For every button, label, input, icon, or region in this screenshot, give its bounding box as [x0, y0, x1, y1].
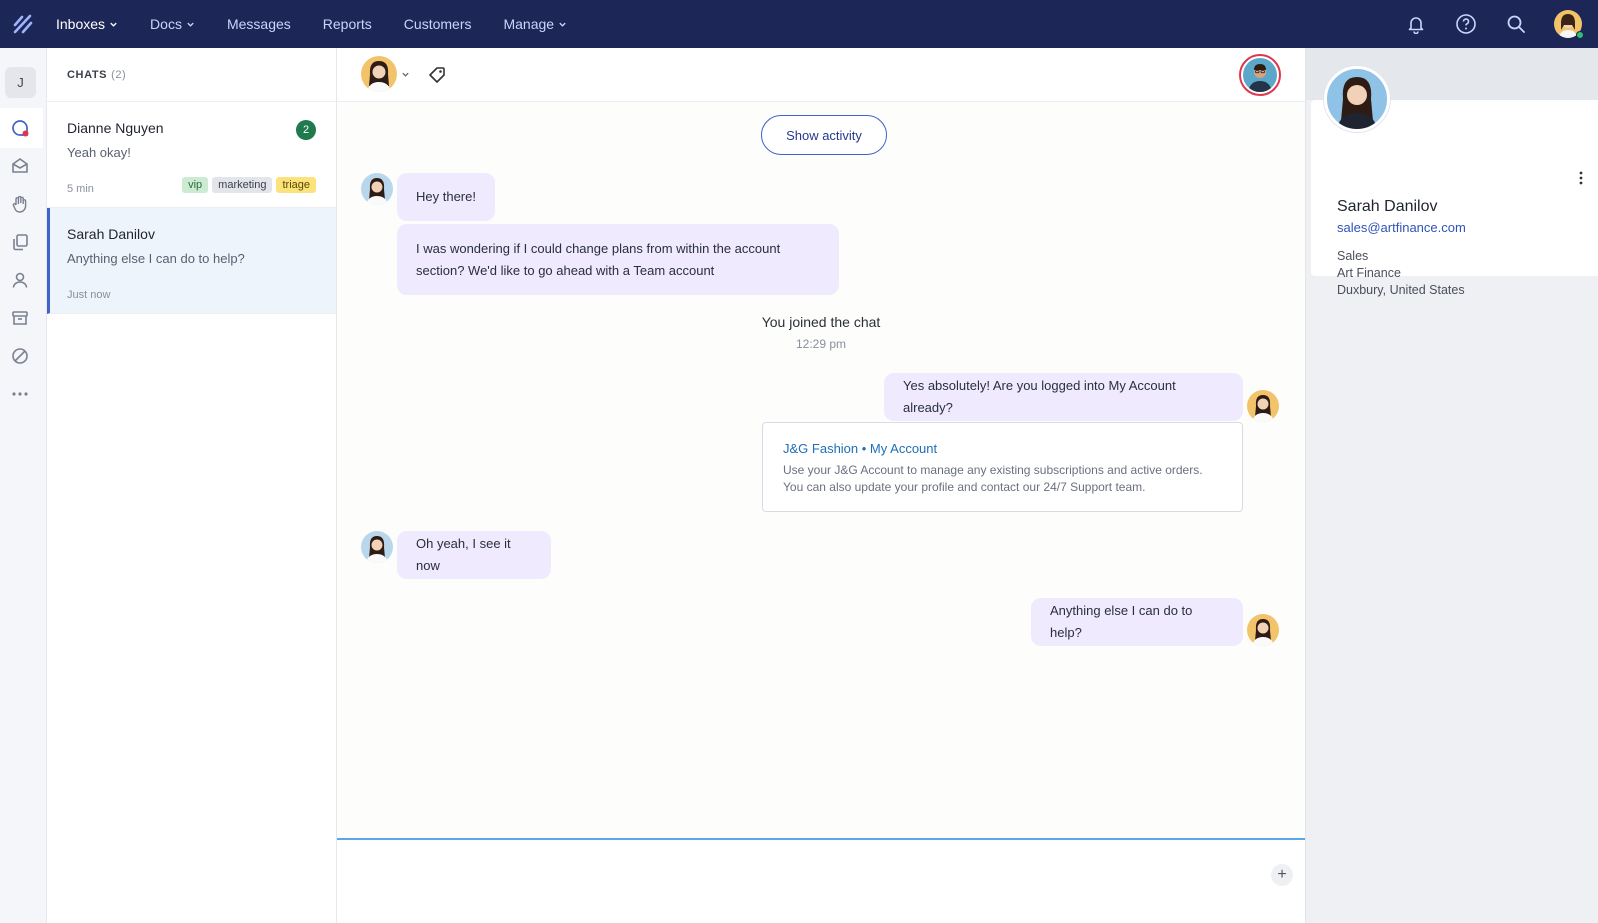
message-bubble-incoming: Hey there!	[397, 173, 495, 221]
chevron-down-icon	[187, 22, 194, 27]
show-activity-button[interactable]: Show activity	[761, 115, 887, 155]
agent-message-avatar	[1247, 614, 1279, 646]
workspace-switcher[interactable]: J	[5, 67, 36, 98]
logo-icon[interactable]	[12, 13, 34, 35]
user-avatar[interactable]	[1554, 10, 1584, 39]
nav-docs[interactable]: Docs	[150, 16, 195, 32]
customer-company: Art Finance	[1337, 266, 1401, 280]
tag-vip[interactable]: vip	[182, 177, 209, 193]
chat-time: Just now	[67, 289, 111, 301]
nav-manage[interactable]: Manage	[503, 16, 567, 32]
customer-message-avatar	[361, 531, 393, 563]
nav-manage-label: Manage	[503, 16, 555, 32]
customer-details: Sales Art Finance Duxbury, United States	[1337, 248, 1465, 299]
tag-icon[interactable]	[427, 65, 447, 85]
link-preview-title[interactable]: J&G Fashion • My Account	[783, 441, 1222, 456]
nav-inboxes-label: Inboxes	[56, 16, 106, 32]
customer-profile-avatar	[1324, 66, 1390, 132]
chat-list-title: CHATS	[67, 68, 108, 81]
chat-icon[interactable]	[10, 118, 30, 138]
search-icon[interactable]	[1504, 12, 1528, 36]
hand-icon[interactable]	[10, 194, 30, 214]
conversation-panel: Show activity Hey there! I was wondering…	[337, 48, 1305, 923]
chat-list-count: (2)	[111, 68, 127, 81]
customer-message-avatar	[361, 173, 393, 205]
nav-inboxes[interactable]: Inboxes	[56, 16, 118, 32]
customer-location: Duxbury, United States	[1337, 283, 1465, 297]
chat-time: 5 min	[67, 183, 94, 195]
nav-reports-label: Reports	[322, 16, 372, 32]
bell-icon[interactable]	[1404, 12, 1428, 36]
online-status-dot	[1576, 31, 1584, 39]
nav-customers[interactable]: Customers	[404, 16, 472, 32]
chat-row-dianne[interactable]: Dianne Nguyen Yeah okay! 5 min 2 vip mar…	[47, 102, 336, 208]
chat-name: Sarah Danilov	[67, 226, 155, 242]
help-icon[interactable]	[1454, 12, 1478, 36]
more-options-icon[interactable]	[1573, 170, 1589, 186]
message-bubble-outgoing: Anything else I can do to help?	[1031, 598, 1243, 646]
chat-name: Dianne Nguyen	[67, 120, 164, 136]
add-attachment-button[interactable]: +	[1271, 864, 1293, 886]
customer-name: Sarah Danilov	[1337, 198, 1438, 215]
tag-marketing[interactable]: marketing	[212, 177, 273, 193]
more-icon[interactable]	[10, 384, 30, 404]
left-rail: J	[0, 48, 47, 923]
chevron-down-icon	[559, 22, 566, 27]
chat-row-sarah[interactable]: Sarah Danilov Anything else I can do to …	[47, 208, 336, 314]
message-composer[interactable]: +	[337, 840, 1305, 923]
person-icon[interactable]	[10, 270, 30, 290]
nav-messages-label: Messages	[226, 16, 291, 32]
conversation-header	[337, 48, 1305, 102]
customer-avatar[interactable]	[1239, 54, 1281, 96]
system-joined-text: You joined the chat	[761, 314, 881, 330]
archive-icon[interactable]	[10, 308, 30, 328]
assignee-avatar[interactable]	[361, 56, 397, 92]
nav-docs-label: Docs	[150, 16, 182, 32]
nav-messages[interactable]: Messages	[227, 16, 291, 32]
message-bubble-outgoing: Yes absolutely! Are you logged into My A…	[884, 373, 1243, 421]
nav-reports[interactable]: Reports	[323, 16, 372, 32]
agent-message-avatar	[1247, 390, 1279, 422]
chat-preview: Anything else I can do to help?	[67, 251, 245, 266]
message-bubble-incoming: I was wondering if I could change plans …	[397, 224, 839, 295]
chat-list-panel: CHATS (2) Dianne Nguyen Yeah okay! 5 min…	[47, 48, 337, 923]
customer-email[interactable]: sales@artfinance.com	[1337, 220, 1466, 235]
link-preview-card[interactable]: J&G Fashion • My Account Use your J&G Ac…	[762, 422, 1243, 512]
message-bubble-incoming: Oh yeah, I see it now	[397, 531, 551, 579]
chat-tags: vip marketing triage	[182, 177, 316, 193]
unread-badge: 2	[296, 120, 316, 140]
nav-customers-label: Customers	[403, 16, 472, 32]
chat-list-header: CHATS (2)	[47, 48, 336, 102]
nav-actions	[1404, 0, 1584, 48]
tag-triage[interactable]: triage	[276, 177, 316, 193]
top-navigation: Inboxes Docs Messages Reports Customers …	[0, 0, 1598, 48]
system-timestamp: 12:29 pm	[795, 337, 847, 351]
link-preview-description: Use your J&G Account to manage any exist…	[783, 463, 1203, 494]
customer-panel: Sarah Danilov sales@artfinance.com Sales…	[1305, 48, 1598, 923]
blocked-icon[interactable]	[10, 346, 30, 366]
pages-icon[interactable]	[10, 232, 30, 252]
chevron-down-icon	[110, 22, 117, 27]
customer-role: Sales	[1337, 249, 1369, 263]
chat-preview: Yeah okay!	[67, 145, 131, 160]
mail-icon[interactable]	[10, 156, 30, 176]
chevron-down-icon[interactable]	[401, 70, 410, 79]
